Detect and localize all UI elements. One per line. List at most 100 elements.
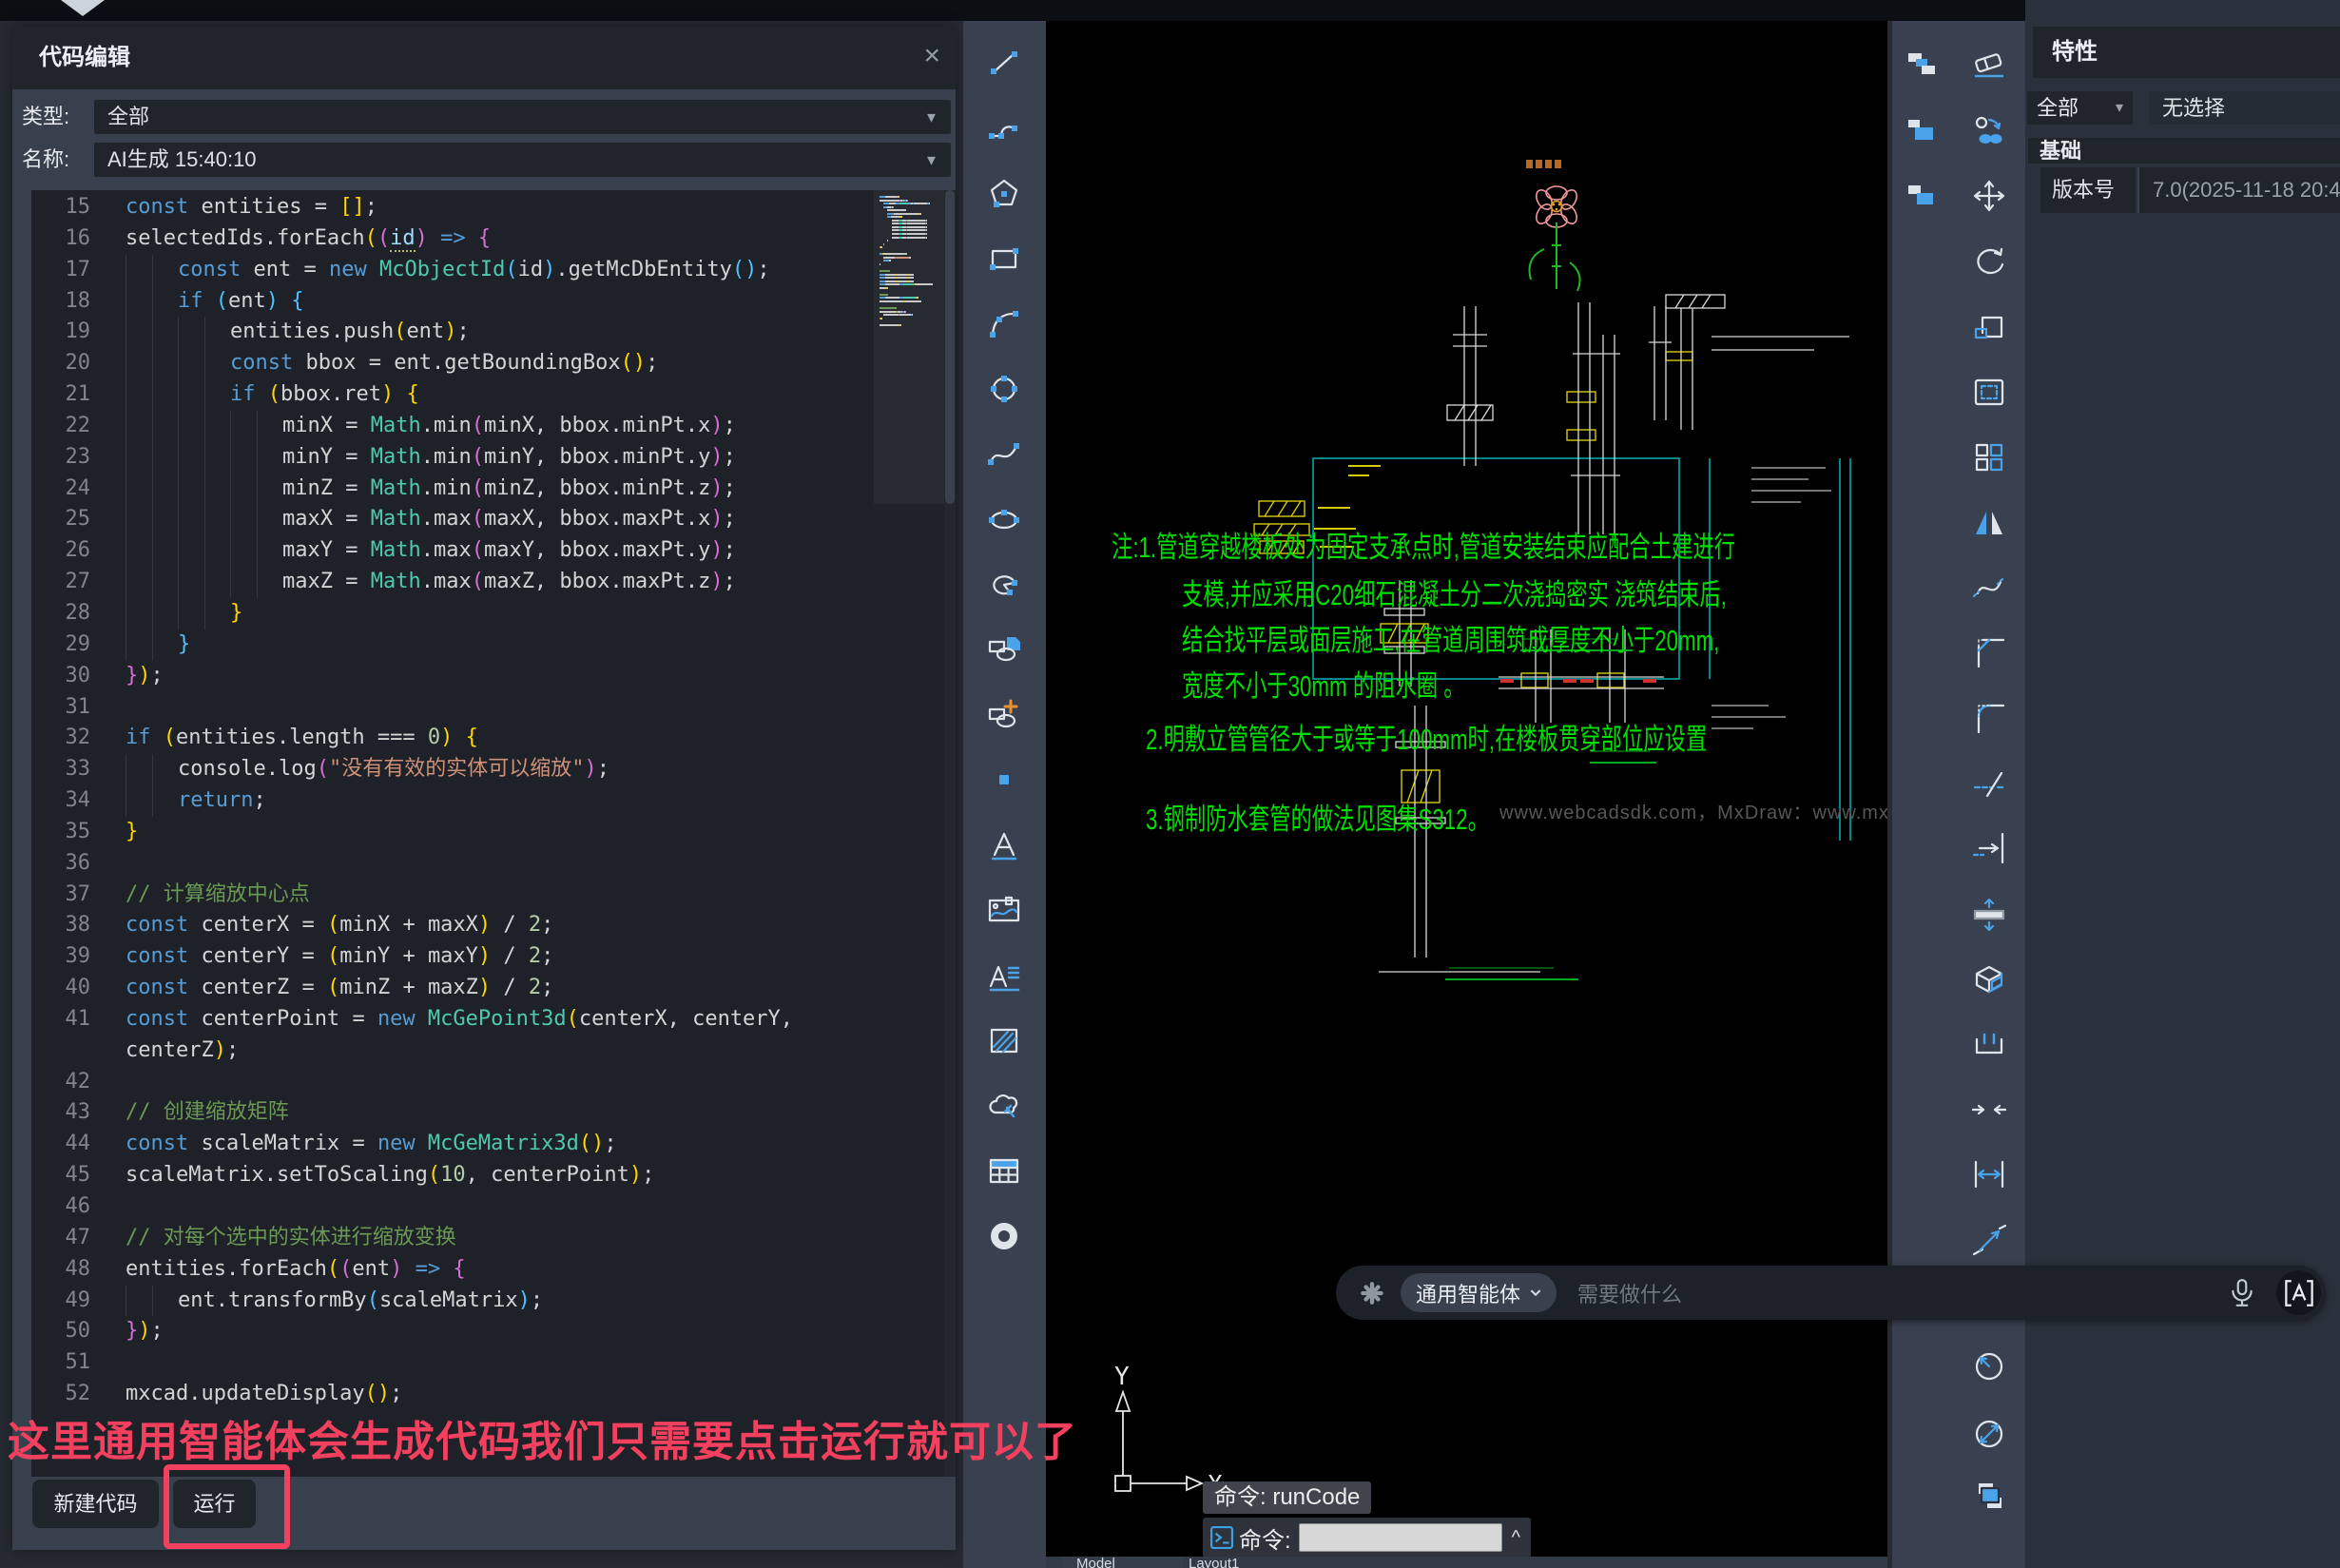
offset-tool-button[interactable] (1968, 371, 2010, 413)
new-code-button[interactable]: 新建代码 (32, 1480, 159, 1528)
ellipse-tool-button[interactable] (983, 498, 1025, 540)
polyline-tool-button[interactable] (983, 107, 1025, 149)
copyclip-tool-button[interactable] (1902, 45, 1944, 87)
indent-guide (257, 535, 283, 567)
code-editor-area[interactable]: 15const entities = [];16selectedIds.forE… (31, 190, 956, 1477)
minimap-line (880, 240, 940, 242)
pasteclip-tool-button[interactable] (1902, 110, 1944, 152)
rev-cloud-tool-button[interactable] (983, 1085, 1025, 1127)
code-line: 27maxZ = Math.max(maxZ, bbox.maxPt.z); (31, 567, 956, 598)
pasteblock-tool-button[interactable] (1902, 175, 1944, 217)
create-block-icon (983, 694, 1025, 736)
tab-layout1[interactable]: Layout1 (1189, 1557, 1239, 1568)
gear-icon[interactable] (1359, 1280, 1385, 1307)
circle-tool-button[interactable] (983, 368, 1025, 410)
code-line: 16selectedIds.forEach((id) => { (31, 223, 956, 255)
tab-model[interactable]: Model (1063, 1557, 1183, 1568)
text-tool-button[interactable] (983, 824, 1025, 866)
diameter-tool-button[interactable] (1968, 1412, 2010, 1454)
hatch-tool-button[interactable] (983, 1019, 1025, 1061)
indent-guide (204, 567, 231, 598)
microphone-icon[interactable] (2229, 1278, 2255, 1308)
ellipse-arc-tool-button[interactable] (983, 563, 1025, 605)
fillet-tool-button[interactable] (1968, 697, 2010, 739)
polyline-icon (983, 107, 1025, 149)
rotate-tool-button[interactable] (1968, 241, 2010, 282)
line-number: 48 (31, 1254, 90, 1286)
stretch-tool-button[interactable] (1968, 893, 2010, 935)
radius-tool-button[interactable] (1968, 1345, 2010, 1386)
terminal-icon (1210, 1526, 1233, 1549)
insert-block-tool-button[interactable] (983, 629, 1025, 670)
code-line: 29} (31, 629, 956, 661)
line-number: 49 (31, 1286, 90, 1317)
minimap-line (880, 257, 940, 259)
minimap-line (880, 226, 940, 228)
agent-selector[interactable]: 通用智能体 (1401, 1273, 1557, 1312)
spline-tool-button[interactable] (983, 433, 1025, 474)
array-icon (1968, 436, 2010, 478)
distance-tool-button[interactable] (1968, 1153, 2010, 1195)
indent-guide (152, 317, 179, 348)
diameter-icon (1968, 1412, 2010, 1454)
properties-filter-select[interactable]: 全部 (2027, 91, 2133, 125)
polygon-tool-button[interactable] (983, 172, 1025, 214)
command-expand-caret[interactable]: ^ (1512, 1527, 1520, 1549)
close-icon[interactable]: × (923, 27, 940, 86)
command-label: 命令: (1239, 1521, 1291, 1555)
donut-tool-button[interactable] (983, 1215, 1025, 1257)
point-icon (983, 759, 1025, 801)
command-input[interactable] (1299, 1523, 1502, 1552)
indent-guide (152, 255, 179, 286)
cad-canvas[interactable]: Y X 注:1.管道穿越楼板处为固定支承点时,管道安装结束应配合土建进行 支模,… (1046, 21, 1887, 1568)
indent-guide (126, 504, 152, 535)
vertical-scrollbar[interactable] (944, 190, 956, 1477)
indent-guide (178, 567, 204, 598)
image-tool-button[interactable] (983, 889, 1025, 931)
table-tool-button[interactable] (983, 1150, 1025, 1191)
ai-assistant-button[interactable] (2276, 1270, 2321, 1315)
join-tool-button[interactable] (1968, 1089, 2010, 1131)
indent-guide (126, 411, 152, 442)
copy-tool-button[interactable] (1968, 110, 2010, 152)
indent-guide (257, 504, 283, 535)
mtext-tool-button[interactable] (983, 955, 1025, 997)
explode-tool-button[interactable] (1968, 958, 2010, 999)
cad-note-line: 宽度不小于30mm 的阻水圈 。 (1182, 662, 1465, 705)
minimap-line (880, 311, 940, 313)
name-label: 名称: (22, 143, 69, 177)
scale-tool-button[interactable] (1968, 305, 2010, 347)
move-tool-button[interactable] (1968, 175, 2010, 217)
edit-spline-tool-button[interactable] (1968, 567, 2010, 609)
break-tool-button[interactable] (1968, 1023, 2010, 1065)
ai-input-placeholder[interactable]: 需要做什么 (1577, 1278, 1682, 1308)
indent-guide (257, 567, 283, 598)
create-block-tool-button[interactable] (983, 694, 1025, 736)
indent-guide (126, 474, 152, 505)
scrollbar-thumb[interactable] (945, 190, 955, 504)
minimap-line (880, 294, 940, 296)
code-text: const entities = []; (126, 192, 377, 223)
erase-tool-button[interactable] (1968, 45, 2010, 87)
code-line: 48entities.forEach((ent) => { (31, 1254, 956, 1286)
mirror-tool-button[interactable] (1968, 501, 2010, 543)
chamfer-tool-button[interactable] (1968, 631, 2010, 673)
draworder-tool-button[interactable] (1968, 1476, 2010, 1518)
rectangle-tool-button[interactable] (983, 238, 1025, 280)
point-tool-button[interactable] (983, 759, 1025, 801)
extend-tool-button[interactable] (1968, 827, 2010, 869)
align-tool-button[interactable] (1968, 1219, 2010, 1261)
name-select[interactable]: AI生成 15:40:10 (94, 143, 951, 177)
minimap[interactable] (880, 196, 940, 327)
type-select[interactable]: 全部 (94, 100, 951, 134)
line-tool-button[interactable] (983, 42, 1025, 84)
indent-guide (257, 474, 283, 505)
code-lines: 15const entities = [];16selectedIds.forE… (31, 192, 956, 1410)
arc-tool-button[interactable] (983, 302, 1025, 344)
array-tool-button[interactable] (1968, 436, 2010, 478)
code-line: 36 (31, 848, 956, 880)
line-number: 31 (31, 692, 90, 724)
trim-tool-button[interactable] (1968, 763, 2010, 804)
minimap-line (880, 290, 940, 292)
line-number: 33 (31, 754, 90, 785)
